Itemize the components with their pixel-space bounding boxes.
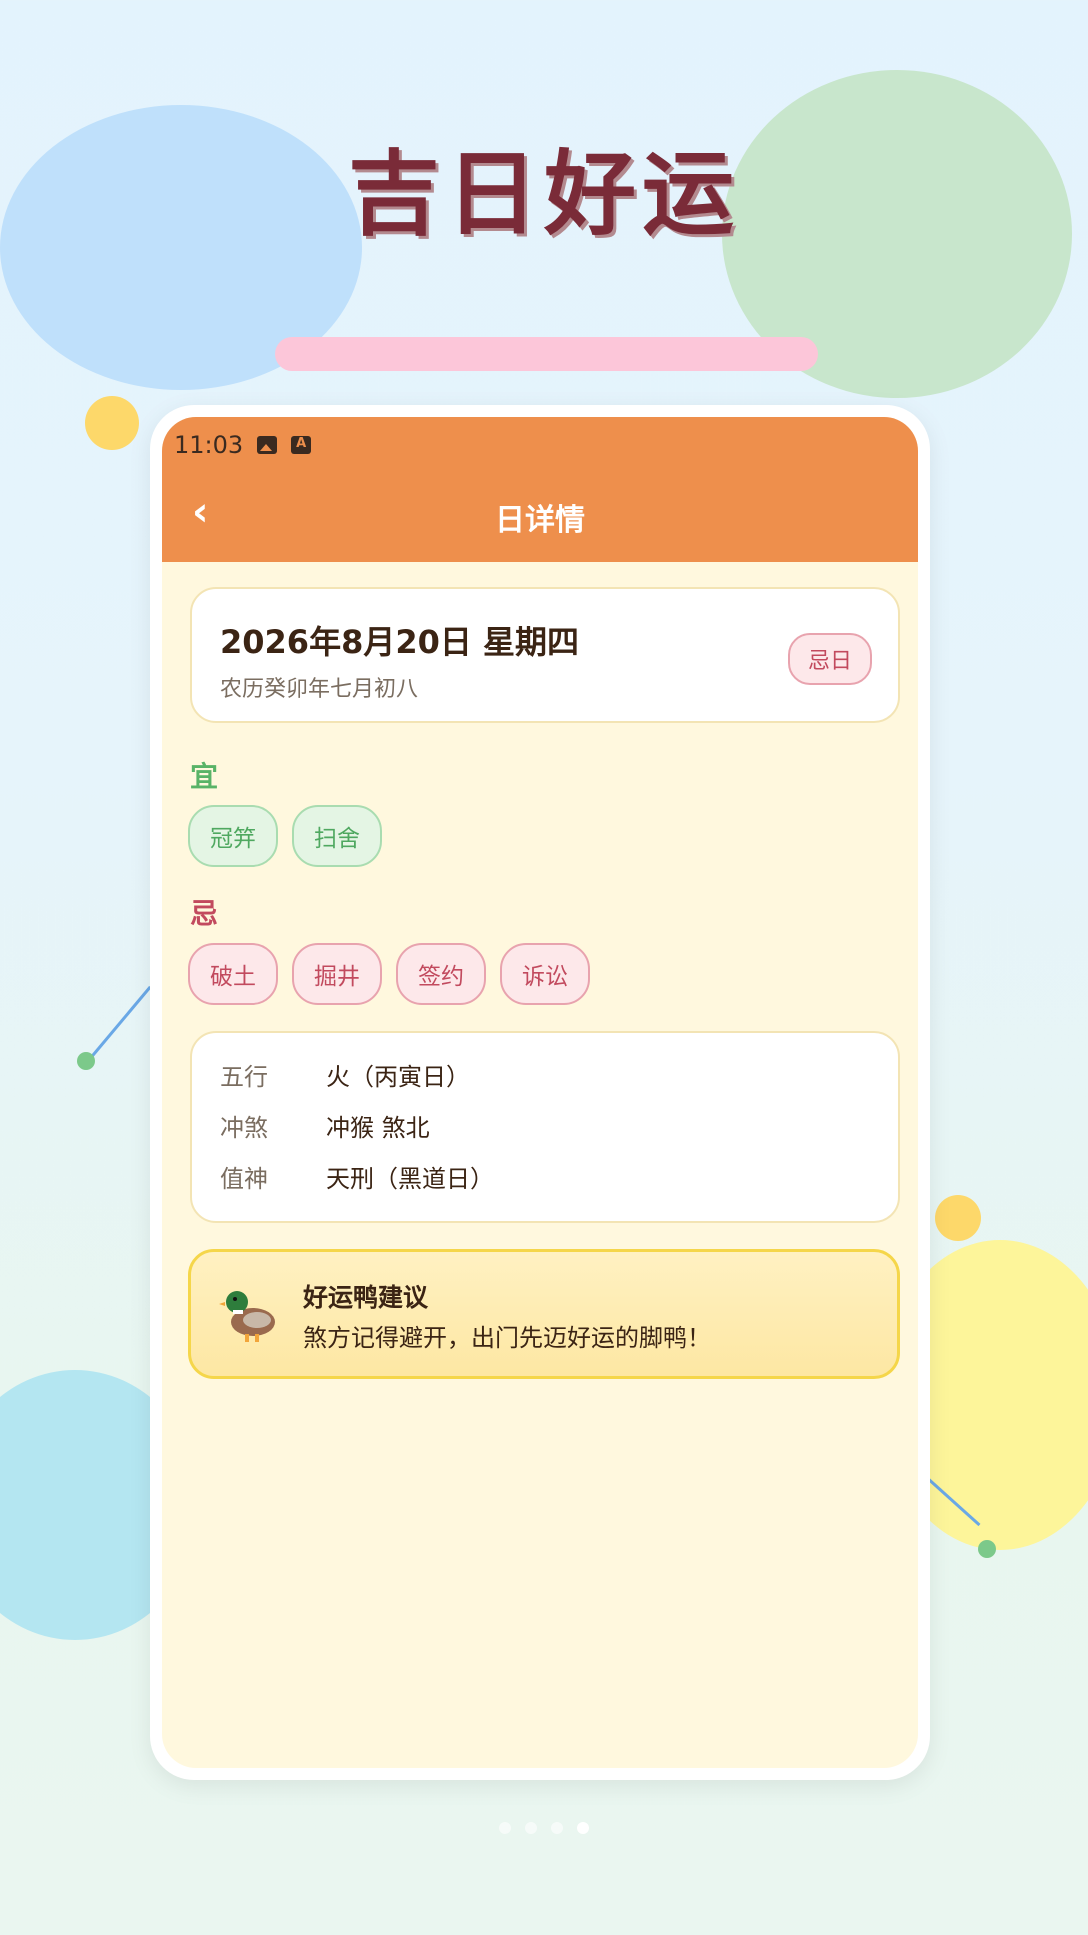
app-screen: 11:03 ‹ 日详情 2026年8月20日 星期四 农历癸卯年七月初八 忌日 …	[162, 417, 918, 1768]
bad-tag[interactable]: 掘井	[292, 943, 382, 1005]
duck-icon	[219, 1291, 275, 1342]
solar-date: 2026年8月20日 星期四	[220, 623, 580, 661]
image-icon	[257, 436, 278, 454]
page-dot-active[interactable]	[577, 1822, 589, 1834]
lunar-date: 农历癸卯年七月初八	[220, 677, 419, 702]
info-value: 火（丙寅日）	[326, 1063, 470, 1091]
info-card: 五行 火（丙寅日） 冲煞 冲猴 煞北 值神 天刑（黑道日）	[190, 1031, 900, 1223]
decor-line-left	[84, 985, 152, 1065]
good-tag-list: 冠笄 扫舍	[188, 805, 382, 867]
info-row-zhishen: 值神 天刑（黑道日）	[220, 1159, 494, 1194]
info-value: 天刑（黑道日）	[326, 1165, 494, 1193]
day-type-badge: 忌日	[787, 633, 872, 685]
app-bar: 11:03 ‹ 日详情	[162, 417, 918, 562]
phone-frame: 11:03 ‹ 日详情 2026年8月20日 星期四 农历癸卯年七月初八 忌日 …	[150, 405, 930, 1780]
bad-section-label: 忌	[190, 897, 219, 930]
bad-tag[interactable]: 破土	[188, 943, 278, 1005]
decor-pink-bar	[275, 337, 818, 371]
promo-headline: 吉日好运	[347, 141, 740, 248]
info-row-wuxing: 五行 火（丙寅日）	[220, 1057, 470, 1092]
decor-yellow-dot	[85, 396, 139, 450]
page-dot[interactable]	[499, 1822, 511, 1834]
date-card: 2026年8月20日 星期四 农历癸卯年七月初八 忌日	[190, 587, 900, 723]
decor-line-dot-right	[978, 1540, 996, 1558]
info-key: 五行	[220, 1063, 268, 1091]
bad-tag[interactable]: 签约	[396, 943, 486, 1005]
bad-tag[interactable]: 诉讼	[500, 943, 590, 1005]
info-value: 冲猴 煞北	[326, 1114, 430, 1142]
advice-title: 好运鸭建议	[303, 1283, 429, 1312]
page-indicator	[0, 1822, 1088, 1834]
text-a-icon	[291, 436, 312, 454]
advice-text: 煞方记得避开，出门先迈好运的脚鸭！	[303, 1324, 711, 1352]
good-tag[interactable]: 扫舍	[292, 805, 382, 867]
info-row-chongsha: 冲煞 冲猴 煞北	[220, 1108, 430, 1143]
bad-tag-list: 破土 掘井 签约 诉讼	[188, 943, 590, 1005]
status-bar: 11:03	[174, 425, 312, 465]
good-tag[interactable]: 冠笄	[188, 805, 278, 867]
page-title: 日详情	[495, 503, 585, 538]
advice-card: 好运鸭建议 煞方记得避开，出门先迈好运的脚鸭！	[188, 1249, 900, 1379]
page-dot[interactable]	[525, 1822, 537, 1834]
info-key: 冲煞	[220, 1114, 268, 1142]
info-key: 值神	[220, 1165, 268, 1193]
status-time: 11:03	[174, 431, 244, 459]
good-section-label: 宜	[190, 760, 219, 793]
decor-line-dot-left	[77, 1052, 95, 1070]
decor-yellow-small-dot	[935, 1195, 981, 1241]
page-dot[interactable]	[551, 1822, 563, 1834]
